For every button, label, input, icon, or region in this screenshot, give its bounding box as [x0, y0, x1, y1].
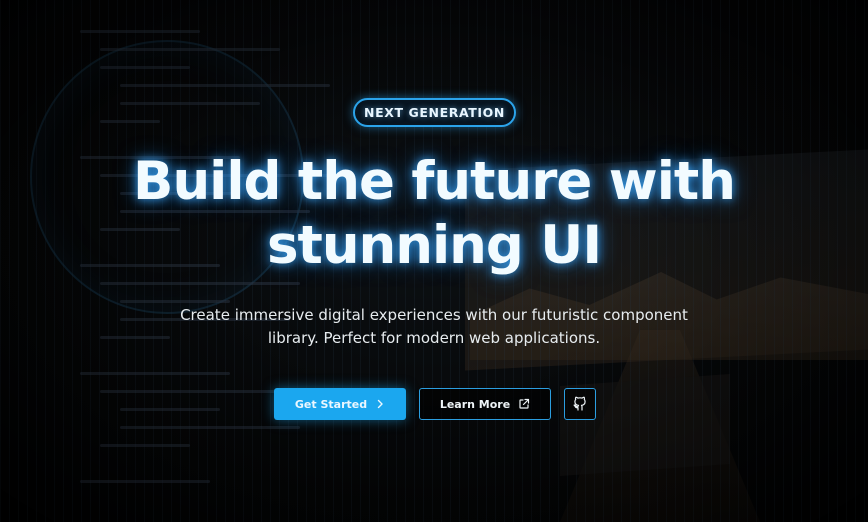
- get-started-label: Get Started: [294, 397, 368, 411]
- hero-title: Build the future with stunning UI: [133, 151, 736, 276]
- learn-more-label: Learn More: [439, 397, 511, 411]
- chevron-right-icon: [375, 399, 385, 409]
- learn-more-button[interactable]: Learn More: [419, 388, 551, 420]
- github-button[interactable]: [564, 388, 596, 420]
- next-generation-badge: NEXT GENERATION: [353, 98, 516, 127]
- external-link-icon: [518, 398, 530, 410]
- hero-section: NEXT GENERATION Build the future with st…: [0, 0, 868, 522]
- hero-subtitle: Create immersive digital experiences wit…: [180, 306, 688, 347]
- github-icon: [572, 396, 588, 412]
- get-started-button[interactable]: Get Started: [274, 388, 406, 420]
